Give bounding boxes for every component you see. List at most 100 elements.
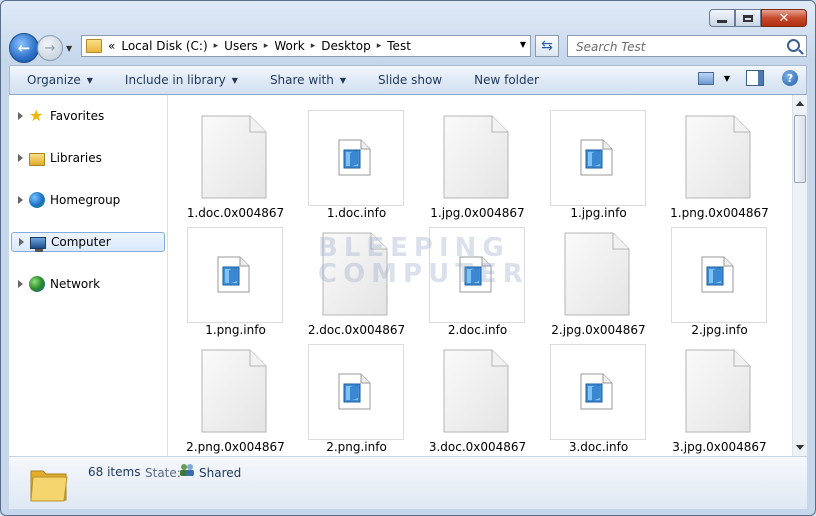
share-with-button[interactable]: Share with ▼ — [253, 73, 361, 87]
sidebar-item-network[interactable]: Network — [11, 274, 165, 294]
details-pane: 68 items State: Shared — [9, 456, 807, 509]
maximize-icon — [743, 14, 753, 22]
sidebar-item-libraries[interactable]: Libraries — [11, 148, 165, 168]
preview-pane-icon[interactable] — [746, 70, 764, 86]
file-item[interactable]: 2.png.0x004867 — [168, 334, 289, 454]
breadcrumb-separator-icon[interactable]: ▸ — [264, 41, 269, 51]
sidebar-item-label: Homegroup — [50, 193, 121, 207]
file-item[interactable]: 2.jpg.0x004867 — [531, 217, 652, 337]
search-input[interactable] — [574, 37, 778, 57]
explorer-window: ✕ ← → ▼ « Local Disk (C:) ▸ Users ▸ Work… — [0, 0, 816, 516]
file-item[interactable]: 2.doc.0x004867 — [289, 217, 410, 337]
forward-arrow-icon: → — [44, 40, 56, 56]
chevron-down-icon: ▼ — [231, 75, 238, 85]
scroll-up-icon[interactable] — [796, 101, 804, 106]
sidebar-item-label: Network — [50, 277, 101, 291]
file-item[interactable]: 1.png.info — [168, 217, 289, 337]
refresh-button[interactable]: ⇆ — [535, 35, 559, 57]
file-name: 2.png.info — [326, 440, 387, 454]
blank-file-icon — [685, 349, 751, 433]
info-file-icon — [459, 256, 492, 293]
breadcrumb-separator-icon[interactable]: ▸ — [377, 41, 382, 51]
blank-file-icon — [201, 115, 267, 199]
shared-users-icon — [180, 464, 194, 476]
organize-label: Organize — [27, 73, 81, 87]
file-item[interactable]: 1.jpg.0x004867 — [410, 100, 531, 220]
breadcrumb-desktop[interactable]: Desktop — [321, 39, 371, 53]
info-file-icon — [338, 373, 371, 410]
new-folder-button[interactable]: New folder — [457, 73, 554, 87]
chevron-down-icon: ▼ — [339, 75, 346, 85]
vertical-scrollbar[interactable] — [792, 95, 807, 456]
forward-button[interactable]: → — [37, 35, 63, 61]
info-file-icon — [338, 139, 371, 176]
breadcrumb-separator-icon[interactable]: ▸ — [214, 41, 219, 51]
info-file-icon — [217, 256, 250, 293]
expand-arrow-icon[interactable] — [19, 238, 24, 246]
caption-buttons: ✕ — [709, 9, 807, 27]
scrollbar-thumb[interactable] — [794, 115, 806, 183]
file-item[interactable]: 1.doc.0x004867 — [168, 100, 289, 220]
file-item[interactable]: 3.doc.0x004867 — [410, 334, 531, 454]
help-icon[interactable]: ? — [782, 70, 798, 86]
toolbar-right: ▼ ? — [697, 70, 798, 86]
state-label: State: — [145, 466, 181, 480]
sidebar-item-label: Favorites — [50, 109, 105, 123]
file-name: 3.jpg.0x004867 — [672, 440, 767, 454]
breadcrumb-users[interactable]: Users — [224, 39, 258, 53]
minimize-icon — [717, 19, 727, 23]
info-file-icon — [701, 256, 734, 293]
blank-file-icon — [443, 349, 509, 433]
file-item[interactable]: 2.png.info — [289, 334, 410, 454]
file-item[interactable]: 3.jpg.0x004867 — [652, 334, 773, 454]
sidebar-item-computer[interactable]: Computer — [11, 232, 165, 252]
info-file-icon — [580, 139, 613, 176]
blank-file-icon — [201, 349, 267, 433]
share-with-label: Share with — [269, 73, 334, 87]
expand-arrow-icon[interactable] — [18, 112, 23, 120]
navigation-pane: ★ Favorites Libraries Homegroup Computer… — [9, 95, 168, 456]
file-item[interactable]: 1.png.0x004867 — [652, 100, 773, 220]
file-item[interactable]: 1.doc.info — [289, 100, 410, 220]
address-bar[interactable]: « Local Disk (C:) ▸ Users ▸ Work ▸ Deskt… — [81, 35, 531, 57]
file-list: 1.doc.0x004867 1.doc.info 1.jpg.0x004867 1.… — [168, 95, 792, 456]
blank-file-icon — [443, 115, 509, 199]
file-item[interactable]: 3.doc.info — [531, 334, 652, 454]
breadcrumb-work[interactable]: Work — [274, 39, 304, 53]
item-count: 68 items — [88, 465, 141, 479]
folder-icon — [30, 470, 68, 502]
minimize-button[interactable] — [709, 9, 735, 27]
file-name: 2.png.0x004867 — [186, 440, 285, 454]
expand-arrow-icon[interactable] — [18, 280, 23, 288]
back-button[interactable]: ← — [9, 33, 39, 63]
breadcrumb-local-disk[interactable]: Local Disk (C:) — [121, 39, 207, 53]
scroll-down-icon[interactable] — [796, 445, 804, 450]
maximize-button[interactable] — [735, 9, 761, 27]
expand-arrow-icon[interactable] — [18, 196, 23, 204]
view-dropdown-icon[interactable]: ▼ — [724, 74, 730, 83]
breadcrumb-test[interactable]: Test — [387, 39, 411, 53]
file-name: 3.doc.info — [568, 440, 629, 454]
sidebar-item-label: Libraries — [50, 151, 102, 165]
file-item[interactable]: 2.doc.info — [410, 217, 531, 337]
recent-pages-dropdown[interactable]: ▼ — [66, 44, 72, 53]
folder-icon — [86, 39, 102, 53]
file-item[interactable]: 2.jpg.info — [652, 217, 773, 337]
expand-arrow-icon[interactable] — [18, 154, 23, 162]
include-in-library-button[interactable]: Include in library ▼ — [108, 73, 253, 87]
sidebar-item-label: Computer — [51, 235, 111, 249]
slide-show-button[interactable]: Slide show — [361, 73, 457, 87]
sidebar-item-favorites[interactable]: ★ Favorites — [11, 106, 165, 126]
sidebar-item-homegroup[interactable]: Homegroup — [11, 190, 165, 210]
breadcrumb-separator-icon[interactable]: ▸ — [311, 41, 316, 51]
homegroup-icon — [29, 192, 45, 208]
file-item[interactable]: 1.jpg.info — [531, 100, 652, 220]
search-box — [567, 35, 807, 57]
close-button[interactable]: ✕ — [761, 9, 807, 27]
network-icon — [29, 276, 45, 292]
breadcrumb-overflow[interactable]: « — [108, 39, 115, 53]
address-dropdown-icon[interactable]: ▼ — [520, 40, 526, 49]
search-icon[interactable] — [787, 39, 800, 52]
organize-button[interactable]: Organize ▼ — [10, 73, 108, 87]
change-view-icon[interactable] — [697, 71, 714, 85]
